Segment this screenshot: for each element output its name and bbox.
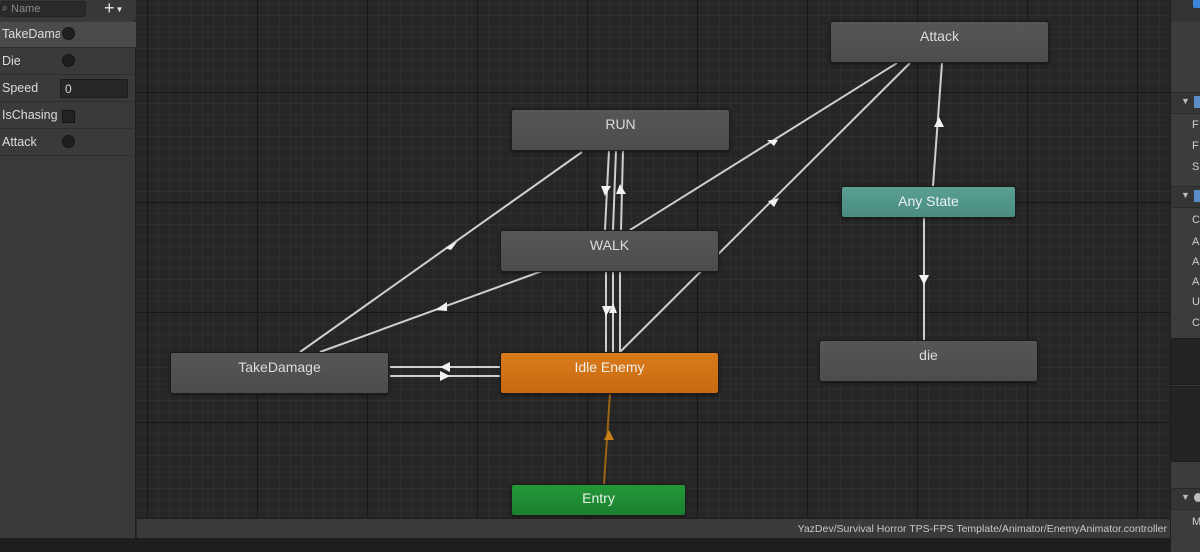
inspector-field[interactable] — [1171, 386, 1200, 462]
plus-icon: + — [104, 0, 115, 18]
parameter-name: Attack — [2, 135, 37, 149]
transition-takedamage-walk[interactable] — [319, 270, 543, 353]
parameters-search-row: ⌕ +▼ — [0, 0, 136, 20]
state-idle-enemy[interactable]: Idle Enemy — [500, 352, 719, 394]
arrow-icon — [616, 184, 626, 194]
inspector-header — [1171, 0, 1200, 22]
state-any-state[interactable]: Any State — [841, 186, 1016, 218]
state-label: WALK — [589, 237, 630, 253]
state-takedamage[interactable]: TakeDamage — [170, 352, 389, 394]
search-icon: ⌕ — [2, 3, 8, 14]
state-label: Attack — [920, 28, 959, 44]
inspector-label: M — [1192, 516, 1200, 528]
inspector-panel: ▼ F F S ▼ C A A A U C ▼ M — [1170, 0, 1200, 552]
component-icon — [1194, 190, 1200, 202]
inspector-section-header[interactable]: ▼ — [1171, 92, 1200, 114]
arrow-icon — [934, 117, 944, 127]
component-icon — [1194, 493, 1200, 502]
transition-run-walk-b[interactable] — [612, 149, 617, 231]
state-die[interactable]: die — [819, 340, 1038, 382]
inspector-field[interactable] — [1171, 338, 1200, 385]
state-label: Any State — [898, 193, 959, 209]
parameter-row-takedamage[interactable]: TakeDamage — [0, 22, 136, 48]
inspector-label: A — [1192, 256, 1200, 268]
inspector-label: C — [1192, 317, 1200, 329]
trigger-toggle[interactable] — [62, 135, 75, 148]
chevron-down-icon: ▼ — [1181, 492, 1190, 502]
inspector-label: F — [1192, 140, 1199, 152]
bottom-strip — [0, 538, 1200, 552]
inspector-label: U — [1192, 296, 1200, 308]
trigger-toggle[interactable] — [62, 54, 75, 67]
dropdown-arrow-icon: ▼ — [115, 4, 124, 14]
parameters-panel: ⌕ +▼ TakeDamage Die Speed IsChasing Atta… — [0, 0, 136, 552]
parameter-search-input[interactable] — [11, 2, 83, 16]
inspector-label: S — [1192, 161, 1200, 173]
arrow-icon — [440, 371, 450, 381]
parameter-row-ischasing[interactable]: IsChasing — [0, 103, 136, 129]
add-parameter-button[interactable]: +▼ — [104, 0, 134, 18]
speed-value-field[interactable] — [60, 79, 128, 98]
arrow-icon — [440, 362, 450, 372]
state-label: Idle Enemy — [574, 359, 645, 375]
parameter-name: Speed — [2, 81, 39, 95]
state-label: Entry — [582, 490, 615, 506]
animator-graph[interactable]: Attack RUN WALK Any State TakeDamage Idl… — [137, 0, 1170, 518]
state-entry[interactable]: Entry — [511, 484, 686, 516]
parameter-row-speed[interactable]: Speed — [0, 76, 136, 102]
component-icon — [1194, 96, 1200, 108]
controller-path-bar: YazDev/Survival Horror TPS-FPS Template/… — [137, 518, 1170, 538]
parameter-row-attack[interactable]: Attack — [0, 130, 136, 156]
parameter-name: IsChasing — [2, 108, 58, 122]
parameter-name: Die — [2, 54, 21, 68]
arrow-icon — [604, 430, 614, 440]
inspector-logo-icon — [1193, 0, 1200, 8]
parameter-search-box[interactable]: ⌕ — [0, 1, 86, 17]
chevron-down-icon: ▼ — [1181, 190, 1190, 200]
inspector-label: A — [1192, 236, 1200, 248]
state-label: TakeDamage — [238, 359, 321, 375]
bool-checkbox[interactable] — [62, 110, 75, 123]
inspector-label: C — [1192, 214, 1200, 226]
parameter-row-die[interactable]: Die — [0, 49, 136, 75]
state-attack[interactable]: Attack — [830, 21, 1049, 63]
inspector-label: F — [1192, 119, 1199, 131]
inspector-section-header[interactable]: ▼ — [1171, 488, 1200, 510]
state-label: RUN — [605, 116, 636, 132]
controller-path: YazDev/Survival Horror TPS-FPS Template/… — [797, 523, 1167, 535]
chevron-down-icon: ▼ — [1181, 96, 1190, 106]
state-run[interactable]: RUN — [511, 109, 730, 151]
state-walk[interactable]: WALK — [500, 230, 719, 272]
arrow-icon — [919, 275, 929, 285]
inspector-label: A — [1192, 276, 1200, 288]
state-label: die — [919, 347, 938, 363]
arrow-icon — [435, 302, 447, 311]
trigger-toggle[interactable] — [62, 27, 75, 40]
parameter-name: TakeDamage — [2, 27, 60, 41]
inspector-section-header[interactable]: ▼ — [1171, 186, 1200, 208]
